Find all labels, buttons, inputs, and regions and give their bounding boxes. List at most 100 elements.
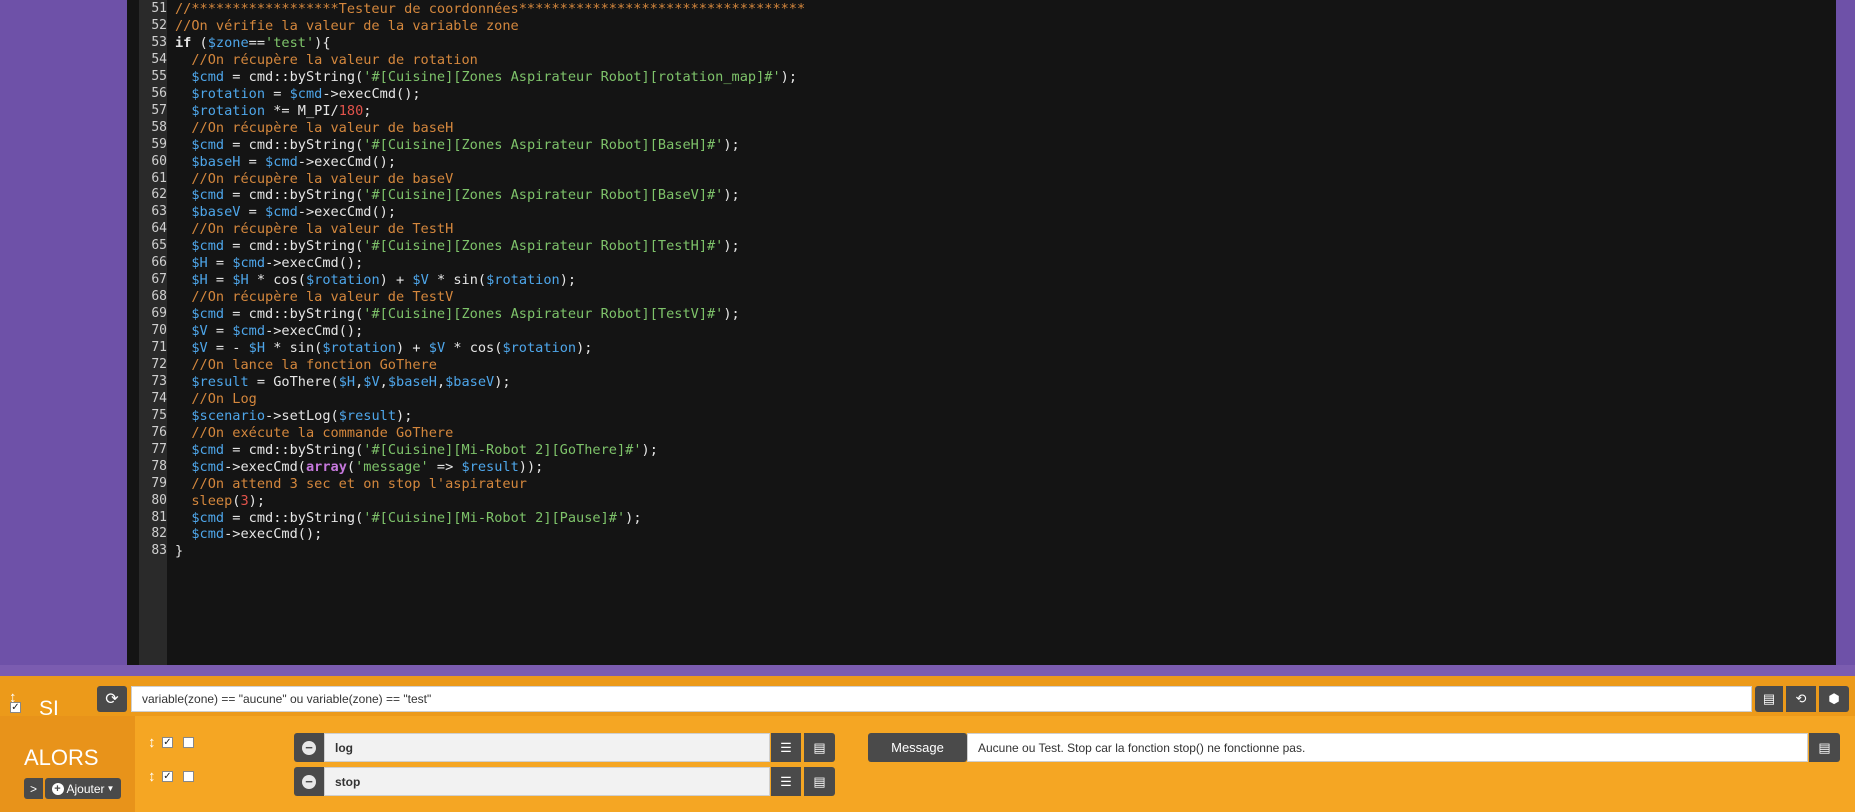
code-token: //On récupère la valeur de rotation <box>175 51 478 68</box>
code-editor[interactable]: 51//******************Testeur de coordon… <box>127 0 1836 665</box>
code-token: sleep <box>191 492 233 509</box>
message-input[interactable]: Aucune ou Test. Stop car la fonction sto… <box>967 733 1808 762</box>
list-icon: ▤ <box>1818 739 1831 755</box>
remove-action-button[interactable]: − <box>294 733 324 762</box>
plus-icon: + <box>51 782 64 795</box>
code-token: ->execCmd(); <box>265 255 364 272</box>
code-token: ); <box>396 407 413 424</box>
action-parallel-checkbox[interactable] <box>183 771 194 782</box>
action-enable-checkbox[interactable]: ✓ <box>162 737 173 748</box>
code-token: = cmd::byString( <box>224 306 364 323</box>
action-select-button[interactable]: ☰ <box>771 767 801 796</box>
list-icon: ▤ <box>1762 691 1776 706</box>
code-token: = <box>207 323 233 340</box>
code-token: $H <box>338 373 356 390</box>
code-token: * sin( <box>428 272 487 289</box>
code-token: '#[Cuisine][Zones Aspirateur Robot][Base… <box>363 187 724 204</box>
action-list-button[interactable]: ▤ <box>804 767 835 796</box>
drag-handle-icon[interactable]: ↕ <box>148 768 156 785</box>
code-token: )); <box>518 458 544 475</box>
code-token: = cmd::byString( <box>224 509 364 526</box>
code-token: $rotation <box>486 272 560 289</box>
code-token: $cmd <box>232 255 266 272</box>
code-token: , <box>436 373 446 390</box>
code-token: $cmd <box>265 153 298 170</box>
code-token: ); <box>723 136 740 153</box>
code-token: $baseH <box>387 373 437 390</box>
code-text: } <box>175 541 183 561</box>
code-token: '#[Cuisine][Zones Aspirateur Robot][Test… <box>363 238 724 255</box>
code-token: $cmd <box>191 441 225 458</box>
drag-handle-icon[interactable]: ↕ <box>148 734 156 751</box>
code-token: ) + <box>379 272 413 289</box>
action-command-input[interactable]: log <box>324 733 770 762</box>
code-token: $V <box>412 272 429 289</box>
code-token: //On récupère la valeur de baseH <box>175 119 454 136</box>
line-number: 83 <box>151 543 167 559</box>
refresh-icon: ⟳ <box>105 691 119 708</box>
code-token: ); <box>641 441 658 458</box>
add-button-label: Ajouter <box>66 781 105 796</box>
code-line[interactable]: 83} <box>127 541 1836 561</box>
code-token: => <box>428 458 462 475</box>
condition-list-button[interactable]: ▤ <box>1755 686 1783 712</box>
refresh-button[interactable]: ⟳ <box>97 686 127 712</box>
code-token: $cmd <box>191 509 225 526</box>
condition-history-button[interactable]: ⟲ <box>1786 686 1816 712</box>
code-token: $cmd <box>191 526 225 543</box>
condition-input[interactable]: variable(zone) == "aucune" ou variable(z… <box>131 686 1752 712</box>
code-token: = cmd::byString( <box>224 187 364 204</box>
message-label: Message <box>868 733 967 762</box>
code-token: $cmd <box>191 136 225 153</box>
action-select-button[interactable]: ☰ <box>771 733 801 762</box>
code-token: $baseH <box>191 153 241 170</box>
collapse-button[interactable]: > <box>24 778 43 799</box>
code-token: $cmd <box>191 187 225 204</box>
code-token: 180 <box>338 102 364 119</box>
code-token: ->execCmd( <box>224 458 306 475</box>
action-command-input[interactable]: stop <box>324 767 770 796</box>
caret-down-icon: ▼ <box>106 784 115 793</box>
message-list-button[interactable]: ▤ <box>1809 733 1840 762</box>
condition-cube-button[interactable]: ⬢ <box>1819 686 1849 712</box>
code-token: $cmd <box>191 458 225 475</box>
code-token: //On récupère la valeur de TestH <box>175 221 454 238</box>
remove-action-button[interactable]: − <box>294 767 324 796</box>
code-token: $H <box>248 340 266 356</box>
code-token: '#[Cuisine][Zones Aspirateur Robot][Base… <box>363 136 724 153</box>
code-token: = cmd::byString( <box>224 136 364 153</box>
code-token: $cmd <box>265 204 298 221</box>
action-list-button[interactable]: ▤ <box>804 733 835 762</box>
code-token: *= M_PI/ <box>265 102 339 119</box>
divider <box>0 665 1855 676</box>
code-token: $H <box>232 272 249 289</box>
code-token: $cmd <box>191 238 225 255</box>
code-token: ->execCmd(); <box>297 153 397 170</box>
code-token: $rotation <box>191 85 266 102</box>
code-token: ( <box>346 458 356 475</box>
si-enable-checkbox[interactable]: ✓ <box>10 702 21 713</box>
action-enable-checkbox[interactable]: ✓ <box>162 771 173 782</box>
code-token: $cmd <box>289 85 323 102</box>
code-token: $rotation <box>322 340 397 356</box>
code-token: = <box>207 255 233 272</box>
action-parallel-checkbox[interactable] <box>183 737 194 748</box>
code-token: '#[Cuisine][Zones Aspirateur Robot][rota… <box>363 68 781 85</box>
code-token: $result <box>461 458 519 475</box>
list-icon: ▤ <box>813 739 826 755</box>
checklist-icon: ☰ <box>780 773 792 789</box>
code-token: ->execCmd(); <box>224 526 323 543</box>
code-token: $V <box>191 340 208 356</box>
add-button[interactable]: + Ajouter ▼ <box>45 778 121 799</box>
code-token: , <box>379 373 388 390</box>
code-token: //On Log <box>175 390 257 407</box>
